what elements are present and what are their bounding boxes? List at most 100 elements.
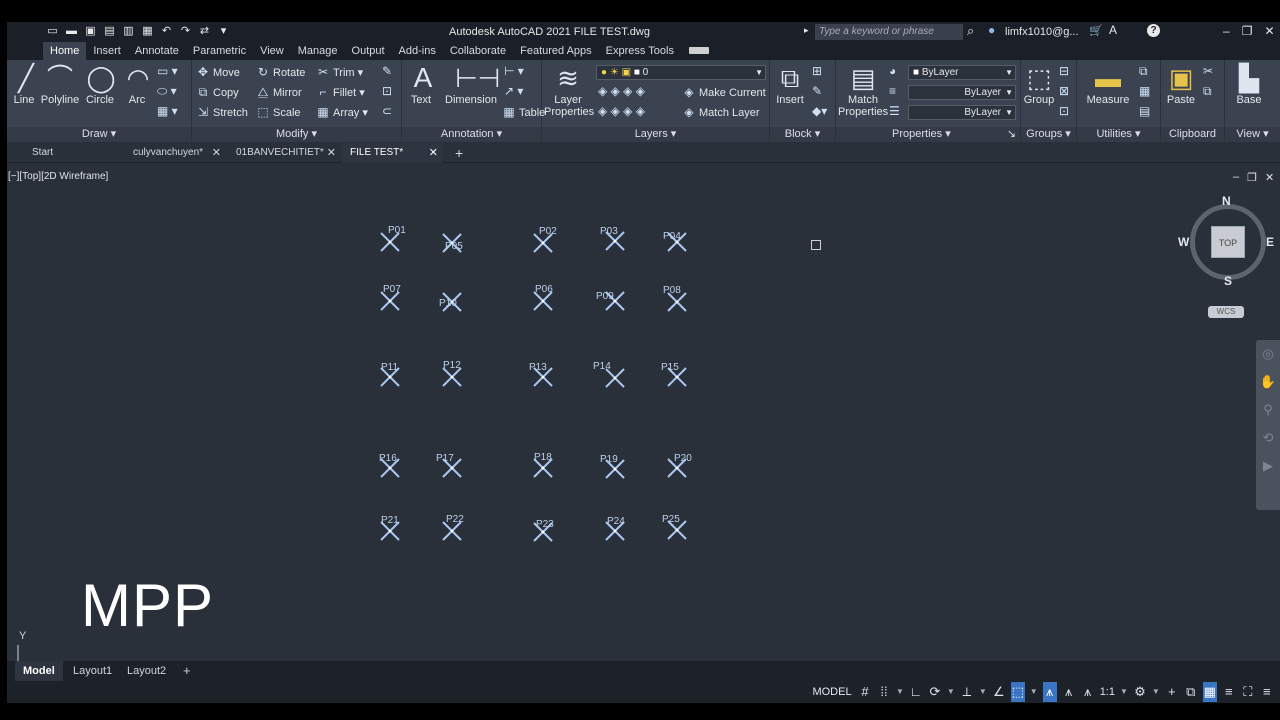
viewcube[interactable]: TOP N S E W bbox=[1178, 194, 1274, 288]
text-button[interactable]: A Text bbox=[407, 62, 435, 106]
group-edit-icon[interactable]: ⊠ bbox=[1059, 84, 1069, 98]
compass-south[interactable]: S bbox=[1224, 274, 1232, 288]
paste-button[interactable]: ▣ Paste bbox=[1165, 62, 1197, 106]
annotation-panel-title[interactable]: Annotation ▾ bbox=[402, 127, 541, 142]
search-input[interactable]: Type a keyword or phrase bbox=[815, 24, 963, 40]
create-block-icon[interactable]: ⊞ bbox=[812, 64, 822, 78]
viewport-controls-label[interactable]: [−][Top][2D Wireframe] bbox=[8, 171, 108, 182]
table-button[interactable]: ▦ Table bbox=[502, 103, 545, 121]
group-select-icon[interactable]: ⊡ bbox=[1059, 104, 1069, 118]
calculator-icon[interactable]: ▦ bbox=[1139, 84, 1150, 98]
rotate-button[interactable]: ↻ Rotate bbox=[256, 63, 305, 81]
tab-insert[interactable]: Insert bbox=[86, 42, 128, 60]
mirror-button[interactable]: ⧋ Mirror bbox=[256, 83, 302, 101]
linetype-icon[interactable]: ≡ bbox=[889, 84, 896, 98]
tab-manage[interactable]: Manage bbox=[291, 42, 345, 60]
layer-tools-icon[interactable]: ◈ ◈ ◈ ◈ bbox=[598, 84, 645, 98]
point-p19[interactable]: P19 bbox=[600, 454, 627, 481]
cut-icon[interactable]: ✂ bbox=[1203, 64, 1213, 78]
offset-icon[interactable]: ⊂ bbox=[382, 104, 392, 118]
search-icon[interactable]: ⌕ bbox=[967, 23, 974, 39]
ortho-icon[interactable]: ∟ bbox=[909, 682, 923, 702]
drawing-viewport[interactable]: [−][Top][2D Wireframe] – ❐ ✕ P01 P05 P02 P0… bbox=[7, 163, 1280, 675]
properties-panel-title[interactable]: Properties ▾ ↘ bbox=[836, 127, 1020, 142]
restore-icon[interactable]: ❐ bbox=[1242, 24, 1253, 38]
showmotion-icon[interactable]: ▶ bbox=[1256, 452, 1280, 480]
tab-parametric[interactable]: Parametric bbox=[186, 42, 253, 60]
polar-icon[interactable]: ⟳ bbox=[928, 682, 942, 702]
add-layout-button[interactable]: + bbox=[175, 661, 199, 681]
groups-panel-title[interactable]: Groups ▾ bbox=[1021, 127, 1076, 142]
lineweight-icon[interactable]: ☰ bbox=[889, 104, 900, 118]
new-tab-button[interactable]: + bbox=[447, 143, 467, 163]
tab-add-ins[interactable]: Add-ins bbox=[392, 42, 443, 60]
point-p12[interactable]: P12 bbox=[440, 360, 464, 389]
units-icon[interactable]: ⧉ bbox=[1184, 682, 1198, 702]
color-dropdown[interactable]: ■ ByLayer ▼ bbox=[908, 65, 1016, 80]
color-wheel-icon[interactable]: ◕ bbox=[889, 64, 896, 78]
tab-view[interactable]: View bbox=[253, 42, 291, 60]
point-p23[interactable]: P23 bbox=[531, 519, 555, 544]
save-icon[interactable]: ▣ bbox=[83, 24, 98, 39]
restore-icon[interactable]: ❐ bbox=[1247, 171, 1257, 184]
tab-home[interactable]: Home bbox=[43, 42, 87, 60]
point-p21[interactable]: P21 bbox=[378, 515, 402, 543]
annotation-scale-value[interactable]: 1:1 bbox=[1100, 682, 1115, 702]
object-snap-icon[interactable]: ⬚ bbox=[1010, 682, 1025, 702]
clipboard-panel-title[interactable]: Clipboard bbox=[1161, 127, 1224, 142]
linetype-dropdown[interactable]: ByLayer ▼ bbox=[908, 85, 1016, 100]
stretch-button[interactable]: ⇲ Stretch bbox=[196, 103, 248, 121]
copy-button[interactable]: ⧉ Copy bbox=[196, 83, 239, 101]
minimize-icon[interactable]: – bbox=[1233, 171, 1239, 184]
pan-icon[interactable]: ✋ bbox=[1256, 368, 1280, 396]
isodraft-icon[interactable]: ⟂ bbox=[960, 682, 974, 702]
tab-featured-apps[interactable]: Featured Apps bbox=[513, 42, 599, 60]
draw-panel-title[interactable]: Draw ▾ bbox=[7, 127, 191, 142]
id-point-icon[interactable]: ▤ bbox=[1139, 104, 1150, 118]
customize-icon[interactable]: ≡ bbox=[1222, 682, 1236, 702]
point-p13[interactable]: P13 bbox=[529, 362, 555, 389]
workspace-gear-icon[interactable]: ⚙ bbox=[1133, 682, 1147, 702]
user-icon[interactable]: ● bbox=[988, 23, 995, 37]
doc-tab-culyvanchuyen[interactable]: culyvanchuyen* ✕ bbox=[125, 143, 225, 163]
isodraft-dropdown-icon[interactable]: ▼ bbox=[979, 682, 987, 702]
annotation-visibility-icon[interactable]: ⩚ bbox=[1042, 682, 1057, 702]
point-p14[interactable]: P14 bbox=[593, 361, 627, 390]
layout-tab-model[interactable]: Model bbox=[15, 661, 63, 681]
autoscale-icon[interactable]: ⩚ bbox=[1062, 682, 1076, 702]
close-icon[interactable]: ✕ bbox=[429, 143, 438, 163]
zoom-icon[interactable]: ⚲ bbox=[1256, 396, 1280, 424]
block-panel-title[interactable]: Block ▾ bbox=[770, 127, 835, 142]
tab-output[interactable]: Output bbox=[345, 42, 392, 60]
status-menu-icon[interactable]: ≡ bbox=[1260, 682, 1274, 702]
array-button[interactable]: ▦ Array ▾ bbox=[316, 103, 368, 121]
circle-button[interactable]: ◯ Circle bbox=[85, 62, 116, 106]
layout-tab-layout1[interactable]: Layout1 bbox=[65, 661, 120, 681]
point-p02[interactable]: P02 bbox=[531, 226, 557, 255]
point-p04[interactable]: P04 bbox=[663, 230, 689, 254]
measure-button[interactable]: ▬ Measure bbox=[1083, 62, 1133, 106]
base-button[interactable]: ▙ Base bbox=[1233, 62, 1265, 106]
rectangle-icon[interactable]: ▭ ▾ bbox=[157, 64, 178, 78]
close-icon[interactable]: ✕ bbox=[1265, 171, 1274, 184]
line-button[interactable]: ╱ Line bbox=[10, 62, 38, 106]
help-icon[interactable]: ? bbox=[1147, 24, 1160, 37]
point-p08[interactable]: P08 bbox=[663, 285, 689, 314]
point-p05[interactable]: P05 bbox=[440, 231, 464, 255]
object-snap-tracking-icon[interactable]: ∠ bbox=[992, 682, 1006, 702]
grid-icon[interactable]: # bbox=[858, 682, 872, 702]
steering-wheel-icon[interactable]: ◎ bbox=[1256, 340, 1280, 368]
trim-button[interactable]: ✂ Trim ▾ bbox=[316, 63, 363, 81]
edit-block-icon[interactable]: ✎ bbox=[812, 84, 822, 98]
view-panel-title[interactable]: View ▾ bbox=[1225, 127, 1280, 142]
workspace-dropdown-icon[interactable]: ▼ bbox=[1152, 682, 1160, 702]
quick-select-icon[interactable]: ⧉ bbox=[1139, 64, 1148, 79]
plot-icon[interactable]: ▦ bbox=[140, 24, 155, 39]
qat-dropdown-icon[interactable]: ▾ bbox=[216, 24, 231, 39]
point-p11[interactable]: P11 bbox=[378, 362, 402, 389]
make-current-button[interactable]: ◈ Make Current bbox=[682, 83, 765, 101]
polar-dropdown-icon[interactable]: ▼ bbox=[947, 682, 955, 702]
snap-dropdown-icon[interactable]: ▼ bbox=[896, 682, 904, 702]
web-icon[interactable]: ▥ bbox=[121, 24, 136, 39]
arc-button[interactable]: ◠ Arc bbox=[122, 62, 152, 106]
